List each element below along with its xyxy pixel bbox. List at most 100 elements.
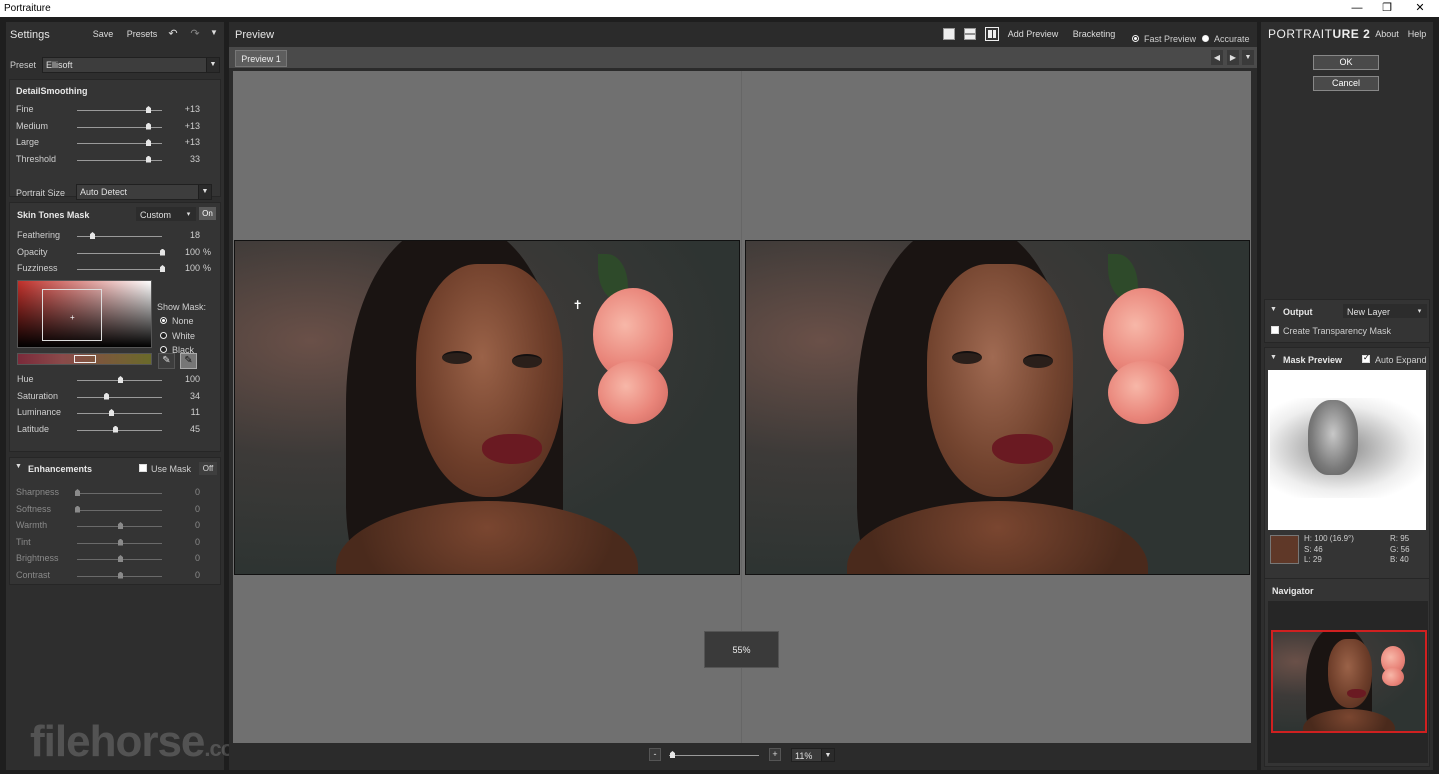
navigator-thumbnail[interactable] bbox=[1271, 630, 1427, 733]
fast-preview-label: Fast Preview bbox=[1144, 34, 1197, 44]
tab-prev-icon[interactable]: ◀ bbox=[1211, 50, 1223, 65]
sharpness-slider-thumb[interactable] bbox=[75, 489, 80, 496]
contrast-label: Contrast bbox=[16, 569, 51, 580]
close-icon[interactable]: ✕ bbox=[1405, 0, 1435, 17]
single-view-icon[interactable] bbox=[943, 28, 955, 40]
opacity-slider-track[interactable] bbox=[77, 252, 162, 254]
zoom-slider-track[interactable] bbox=[669, 755, 759, 756]
contrast-slider-thumb[interactable] bbox=[118, 571, 123, 579]
contrast-value: 0 bbox=[194, 569, 200, 580]
tab-preview-1[interactable]: Preview 1 bbox=[235, 50, 287, 67]
zoom-slider-thumb[interactable] bbox=[670, 751, 675, 758]
softness-slider-thumb[interactable] bbox=[75, 505, 80, 513]
fast-preview-radio[interactable] bbox=[1132, 35, 1139, 42]
before-image[interactable]: ✝ bbox=[234, 240, 740, 575]
latitude-slider-thumb[interactable] bbox=[113, 425, 118, 433]
brightness-slider-thumb[interactable] bbox=[118, 555, 123, 562]
save-button[interactable]: Save bbox=[86, 25, 120, 43]
saturation-slider-thumb[interactable] bbox=[104, 392, 109, 400]
warmth-slider-thumb[interactable] bbox=[118, 522, 123, 529]
warmth-label: Warmth bbox=[16, 520, 48, 530]
eyedropper-icon[interactable]: ✎ bbox=[158, 353, 175, 369]
fine-slider-thumb[interactable] bbox=[146, 106, 151, 113]
right-panel: PORTRAITURE 2 About Help OK Cancel ▼ Out… bbox=[1261, 22, 1433, 770]
mask-none-label: None bbox=[172, 316, 194, 326]
color-picker-field[interactable]: + bbox=[17, 280, 152, 348]
enhancements-toggle[interactable]: Off bbox=[199, 462, 217, 475]
split-vertical-icon[interactable] bbox=[985, 27, 999, 41]
help-button[interactable]: Help bbox=[1405, 25, 1429, 43]
eyedropper-minus-icon[interactable]: ✎ bbox=[180, 353, 197, 369]
skin-mode-value: Custom bbox=[140, 210, 172, 220]
latitude-slider-track[interactable] bbox=[77, 429, 162, 431]
feathering-slider-track[interactable] bbox=[77, 236, 162, 237]
redo-icon[interactable]: ↷ bbox=[188, 27, 202, 40]
latitude-label: Latitude bbox=[17, 423, 50, 434]
fuzziness-slider-track[interactable] bbox=[77, 269, 162, 270]
output-section: ▼ Output New Layer ▾ Create Transparency … bbox=[1264, 299, 1430, 343]
preview-canvas[interactable]: ✝ 55% bbox=[233, 71, 1251, 743]
restore-icon[interactable]: ❐ bbox=[1372, 0, 1402, 17]
tab-next-icon[interactable]: ▶ bbox=[1227, 50, 1239, 65]
zoom-dropdown[interactable]: 11% ▼ bbox=[791, 748, 835, 762]
collapse-triangle-icon[interactable]: ▼ bbox=[1270, 354, 1277, 361]
latitude-value: 45 bbox=[189, 423, 200, 434]
skin-mask-toggle[interactable]: On bbox=[199, 207, 216, 220]
transparency-mask-checkbox[interactable] bbox=[1271, 326, 1279, 334]
collapse-triangle-icon[interactable]: ▼ bbox=[15, 463, 22, 470]
feathering-slider-thumb[interactable] bbox=[90, 232, 95, 239]
luminance-slider-track[interactable] bbox=[77, 413, 162, 414]
cancel-button[interactable]: Cancel bbox=[1313, 76, 1379, 91]
hue-range-marker[interactable] bbox=[74, 355, 96, 363]
opacity-slider-thumb[interactable] bbox=[160, 248, 165, 256]
sharpness-value: 0 bbox=[194, 487, 200, 497]
collapse-triangle-icon[interactable]: ▼ bbox=[1270, 306, 1277, 313]
large-slider-thumb[interactable] bbox=[146, 139, 151, 146]
accurate-label: Accurate bbox=[1214, 34, 1250, 44]
skin-mode-dropdown[interactable]: Custom ▾ bbox=[136, 207, 196, 221]
output-dropdown[interactable]: New Layer ▾ bbox=[1343, 304, 1427, 318]
mask-none-radio[interactable] bbox=[160, 317, 167, 324]
sharpness-slider-track[interactable] bbox=[77, 493, 162, 494]
use-mask-checkbox[interactable] bbox=[139, 464, 147, 472]
preview-title: Preview bbox=[235, 29, 275, 41]
accurate-radio[interactable] bbox=[1202, 35, 1209, 42]
split-horizontal-icon[interactable] bbox=[964, 28, 976, 40]
presets-button[interactable]: Presets bbox=[124, 25, 160, 43]
menu-chevron-down-icon[interactable]: ▼ bbox=[208, 28, 220, 37]
hue-value: 100 bbox=[184, 374, 200, 384]
add-preview-button[interactable]: Add Preview bbox=[1005, 25, 1061, 43]
auto-expand-checkbox[interactable] bbox=[1362, 353, 1370, 363]
tab-menu-icon[interactable]: ▼ bbox=[1242, 50, 1254, 65]
threshold-slider-thumb[interactable] bbox=[146, 155, 151, 163]
app-logo: PORTRAITURE 2 bbox=[1268, 27, 1370, 41]
tint-slider-thumb[interactable] bbox=[118, 538, 123, 546]
undo-icon[interactable]: ↶ bbox=[166, 27, 180, 40]
brightness-value: 0 bbox=[194, 553, 200, 563]
preview-panel: Preview Add Preview Bracketing Fast Prev… bbox=[229, 22, 1257, 770]
mask-white-radio[interactable] bbox=[160, 331, 167, 339]
mask-black-radio[interactable] bbox=[160, 346, 167, 353]
luminance-slider-thumb[interactable] bbox=[109, 409, 114, 416]
fuzziness-slider-thumb[interactable] bbox=[160, 265, 165, 272]
zoom-out-icon[interactable]: - bbox=[649, 748, 661, 761]
hue-slider-thumb[interactable] bbox=[118, 376, 123, 383]
softness-label: Softness bbox=[16, 503, 52, 514]
bracketing-button[interactable]: Bracketing bbox=[1069, 25, 1119, 43]
hue-strip[interactable] bbox=[17, 353, 152, 365]
zoom-in-icon[interactable]: + bbox=[769, 748, 781, 761]
threshold-label: Threshold bbox=[16, 153, 57, 164]
logo-part-a: PORTRAIT bbox=[1268, 27, 1333, 41]
about-button[interactable]: About bbox=[1373, 25, 1401, 43]
portrait-size-dropdown[interactable]: Auto Detect ▼ bbox=[76, 184, 212, 200]
after-image[interactable] bbox=[745, 240, 1250, 575]
preset-dropdown[interactable]: Ellisoft ▼ bbox=[42, 57, 220, 73]
minimize-icon[interactable]: — bbox=[1342, 0, 1372, 17]
fuzziness-value: 100 bbox=[184, 263, 200, 273]
softness-slider-track[interactable] bbox=[77, 509, 162, 511]
medium-label: Medium bbox=[16, 120, 49, 131]
saturation-slider-track[interactable] bbox=[77, 396, 162, 398]
ok-button[interactable]: OK bbox=[1313, 55, 1379, 70]
medium-slider-thumb[interactable] bbox=[146, 122, 151, 130]
red-readout: R: 95 bbox=[1390, 534, 1410, 543]
